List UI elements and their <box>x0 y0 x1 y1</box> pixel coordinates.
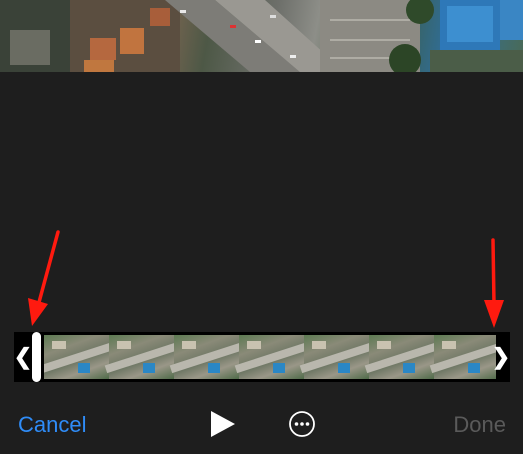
trim-timeline[interactable]: ❮ ❯ <box>14 332 510 382</box>
video-trim-editor: ❮ ❯ Cancel Done <box>0 0 523 454</box>
right-red-arrow-annotation <box>484 238 504 328</box>
left-red-arrow-annotation <box>28 230 60 326</box>
trim-start-handle[interactable]: ❮ <box>14 332 32 382</box>
play-icon[interactable] <box>208 410 236 438</box>
trim-end-handle[interactable]: ❯ <box>492 332 510 382</box>
bottom-toolbar: Cancel Done <box>0 392 523 454</box>
preview-background <box>0 72 523 332</box>
filmstrip[interactable] <box>44 335 496 379</box>
chevron-left-icon: ❮ <box>13 344 33 369</box>
filmstrip-frame <box>299 335 379 379</box>
filmstrip-frame <box>429 335 496 379</box>
chevron-right-icon: ❯ <box>491 344 511 369</box>
video-preview <box>0 0 523 72</box>
playhead[interactable] <box>32 332 41 382</box>
cancel-button[interactable]: Cancel <box>18 412 86 438</box>
done-button[interactable]: Done <box>453 412 506 438</box>
ellipsis-circle-icon[interactable] <box>288 410 316 438</box>
filmstrip-frame <box>104 335 184 379</box>
filmstrip-frame <box>44 335 119 379</box>
filmstrip-frame <box>234 335 314 379</box>
filmstrip-frame <box>169 335 249 379</box>
filmstrip-frame <box>364 335 444 379</box>
